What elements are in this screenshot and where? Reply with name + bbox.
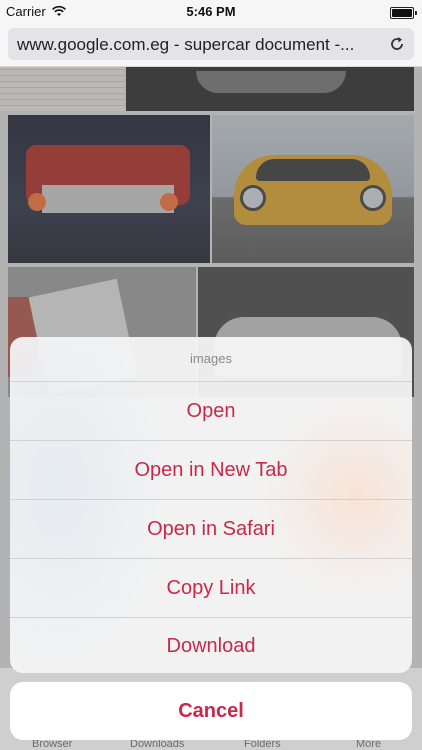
status-time: 5:46 PM [186, 4, 236, 19]
download-button[interactable]: Download [10, 617, 412, 673]
status-right [390, 4, 417, 19]
cancel-button[interactable]: Cancel [10, 682, 412, 740]
copy-link-button[interactable]: Copy Link [10, 559, 412, 618]
open-in-new-tab-button[interactable]: Open in New Tab [10, 441, 412, 500]
reload-icon[interactable] [388, 35, 406, 53]
status-bar: Carrier 5:46 PM [0, 0, 422, 22]
url-bar-area: www.google.com.eg - supercar document -.… [0, 22, 422, 67]
battery-icon [390, 6, 417, 19]
open-button[interactable]: Open [10, 382, 412, 441]
battery-fill [392, 8, 412, 17]
action-sheet: images Open Open in New Tab Open in Safa… [10, 337, 412, 673]
url-field[interactable]: www.google.com.eg - supercar document -.… [8, 28, 414, 60]
action-sheet-title: images [10, 337, 412, 382]
url-text[interactable]: www.google.com.eg - supercar document -.… [17, 35, 377, 55]
open-in-safari-button[interactable]: Open in Safari [10, 500, 412, 559]
